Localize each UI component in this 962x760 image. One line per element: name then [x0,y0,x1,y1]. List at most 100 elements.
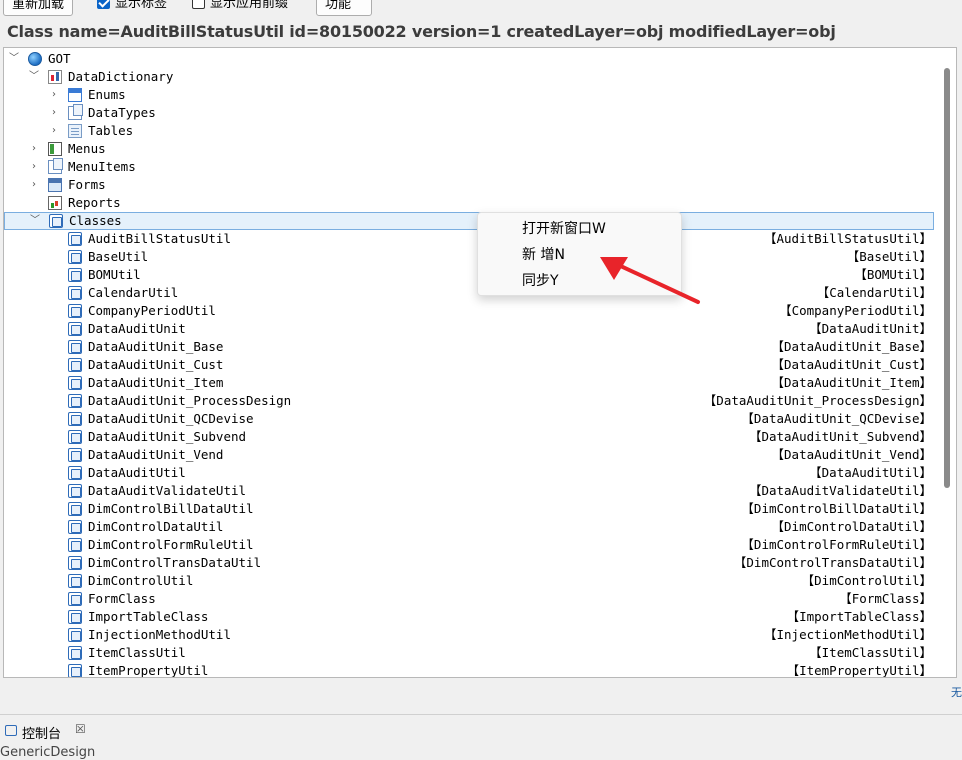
close-icon[interactable]: ☒ [75,722,86,736]
class-name: FormClass [88,591,156,606]
tree-node-class[interactable]: ItemClassUtil 【ItemClassUtil】 [4,644,934,662]
checkbox-unchecked-icon[interactable] [192,0,205,9]
tree-node-classes[interactable]: ﹀ Classes [4,212,934,230]
class-label: 【DataAuditUnit】 [809,321,932,336]
tree-node-root[interactable]: ﹀ GOT [4,50,934,68]
tree-node-class[interactable]: ImportTableClass 【ImportTableClass】 [4,608,934,626]
checkbox-checked-icon[interactable] [97,0,110,9]
tree-label: DataTypes [88,105,156,120]
class-label: 【DataAuditUnit_Base】 [771,339,932,354]
class-name: BaseUtil [88,249,149,264]
chevron-right-icon[interactable]: › [48,122,60,140]
tree-label: Classes [69,213,122,228]
tree-node-class[interactable]: ItemPropertyUtil 【ItemPropertyUtil】 [4,662,934,678]
function-button[interactable]: 功能 [316,0,372,16]
class-icon [68,394,82,408]
tree-label: GOT [48,51,71,66]
menu-item-sync[interactable]: 同步Y [522,268,559,294]
show-prefix-checkbox[interactable]: 显示应用前缀 [192,0,288,16]
show-prefix-text: 显示应用前缀 [210,0,289,11]
tree-node-tables[interactable]: › Tables [4,122,934,140]
chevron-down-icon[interactable]: ﹀ [28,68,40,86]
tree-node-menus[interactable]: › Menus [4,140,934,158]
tree-node-data-dictionary[interactable]: ﹀ DataDictionary [4,68,934,86]
chevron-right-icon[interactable]: › [48,104,60,122]
chevron-right-icon[interactable]: › [28,158,40,176]
tree-node-class[interactable]: CalendarUtil 【CalendarUtil】 [4,284,934,302]
tree-node-class[interactable]: FormClass 【FormClass】 [4,590,934,608]
show-label-checkbox[interactable]: 显示标签 [97,0,167,16]
class-icon [68,268,82,282]
globe-icon [28,52,42,66]
chevron-right-icon[interactable]: › [28,176,40,194]
forms-icon [48,178,62,192]
class-icon [68,376,82,390]
vertical-scrollbar[interactable] [944,68,950,488]
class-label: 【DataAuditUnit_Item】 [771,375,932,390]
chevron-right-icon[interactable]: › [48,86,60,104]
chevron-right-icon[interactable]: › [28,140,40,158]
tree-node-reports[interactable]: Reports [4,194,934,212]
class-icon [68,304,82,318]
side-link[interactable]: 无 [951,684,962,700]
menu-item-open-new-window[interactable]: 打开新窗口W [522,216,606,242]
class-icon [68,664,82,677]
class-icon [68,340,82,354]
toolbar: 重新加载 显示标签 显示应用前缀 功能 [0,0,962,18]
class-icon [68,592,82,606]
class-icon [68,250,82,264]
tree-node-class[interactable]: DimControlBillDataUtil 【DimControlBillDat… [4,500,934,518]
class-label: 【ImportTableClass】 [786,609,932,624]
menu-item-new[interactable]: 新 增N [522,242,565,268]
class-label: 【DimControlTransDataUtil】 [733,555,932,570]
tree-node-class[interactable]: DimControlDataUtil 【DimControlDataUtil】 [4,518,934,536]
tree-node-class[interactable]: CompanyPeriodUtil 【CompanyPeriodUtil】 [4,302,934,320]
class-icon [68,358,82,372]
tree-label: Reports [68,195,121,210]
tree-node-class[interactable]: DataAuditUnit_QCDevise 【DataAuditUnit_QCD… [4,410,934,428]
chevron-down-icon[interactable]: ﹀ [29,213,41,231]
class-icon [68,232,82,246]
class-name: DataAuditUnit_Item [88,375,224,390]
chevron-down-icon[interactable]: ﹀ [8,50,20,68]
tree-node-class[interactable]: DataAuditUnit_ProcessDesign 【DataAuditUni… [4,392,934,410]
class-icon [68,430,82,444]
tree-node-class[interactable]: DataAuditValidateUtil 【DataAuditValidateU… [4,482,934,500]
tree-node-class[interactable]: DimControlUtil 【DimControlUtil】 [4,572,934,590]
tree-node-class[interactable]: AuditBillStatusUtil 【AuditBillStatusUtil】 [4,230,934,248]
tree-node-menuitems[interactable]: › MenuItems [4,158,934,176]
class-label: 【DimControlBillDataUtil】 [741,501,932,516]
tree-node-forms[interactable]: › Forms [4,176,934,194]
tree-node-enums[interactable]: › Enums [4,86,934,104]
class-name: ItemPropertyUtil [88,663,209,678]
tree-node-class[interactable]: DataAuditUnit_Base 【DataAuditUnit_Base】 [4,338,934,356]
tree-node-class[interactable]: DimControlTransDataUtil 【DimControlTransD… [4,554,934,572]
data-dictionary-icon [48,70,62,84]
context-menu: 打开新窗口W 新 增N 同步Y [477,212,682,296]
tree-node-class[interactable]: DataAuditUnit 【DataAuditUnit】 [4,320,934,338]
class-label: 【DataAuditUnit_ProcessDesign】 [703,393,932,408]
tree-node-class[interactable]: DataAuditUnit_Vend 【DataAuditUnit_Vend】 [4,446,934,464]
reload-button[interactable]: 重新加载 [3,0,74,16]
tree-node-datatypes[interactable]: › DataTypes [4,104,934,122]
tree-label: Forms [68,177,106,192]
class-name: DimControlBillDataUtil [88,501,254,516]
console-tab[interactable]: 控制台 ☒ [0,714,962,749]
class-name: AuditBillStatusUtil [88,231,231,246]
tree-node-class[interactable]: BOMUtil 【BOMUtil】 [4,266,934,284]
tables-icon [68,124,82,138]
class-name: DataAuditUnit [88,321,186,336]
tree-node-class[interactable]: DimControlFormRuleUtil 【DimControlFormRul… [4,536,934,554]
tree-node-class[interactable]: BaseUtil 【BaseUtil】 [4,248,934,266]
tree-node-class[interactable]: InjectionMethodUtil 【InjectionMethodUtil】 [4,626,934,644]
class-name: InjectionMethodUtil [88,627,231,642]
tree-node-class[interactable]: DataAuditUnit_Subvend 【DataAuditUnit_Subv… [4,428,934,446]
class-label: 【CalendarUtil】 [816,285,932,300]
tree-node-class[interactable]: DataAuditUnit_Cust 【DataAuditUnit_Cust】 [4,356,934,374]
class-icon [68,538,82,552]
tree-node-class[interactable]: DataAuditUtil 【DataAuditUtil】 [4,464,934,482]
class-label: 【ItemPropertyUtil】 [786,663,932,678]
aot-tree[interactable]: ﹀ GOT ﹀ DataDictionary › Enums › DataTyp… [3,47,957,678]
class-icon [68,322,82,336]
tree-node-class[interactable]: DataAuditUnit_Item 【DataAuditUnit_Item】 [4,374,934,392]
